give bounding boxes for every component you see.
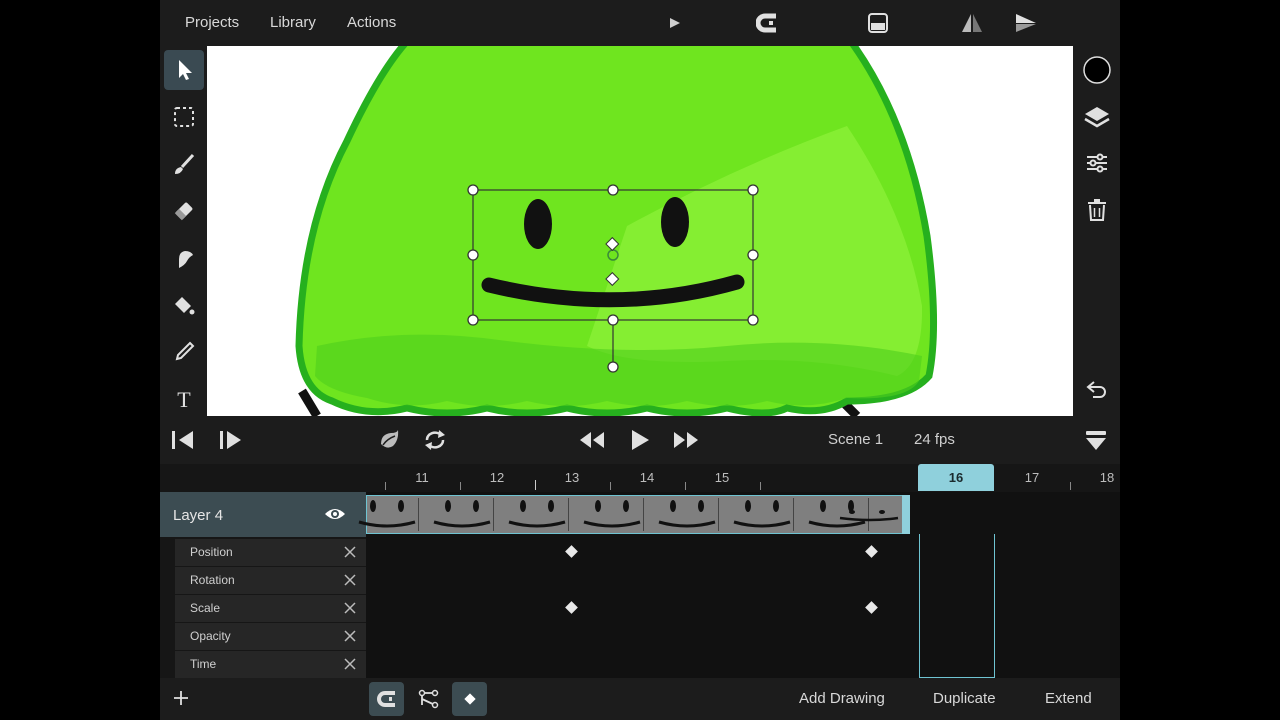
property-label: Rotation: [190, 573, 235, 587]
frame-number: 14: [639, 470, 655, 485]
menu-projects[interactable]: Projects: [185, 14, 239, 31]
layer-name: Layer 4: [173, 507, 224, 524]
trash-icon[interactable]: [1077, 190, 1117, 230]
close-icon[interactable]: [342, 544, 358, 560]
previous-frame-icon[interactable]: [170, 428, 196, 452]
close-icon[interactable]: [342, 600, 358, 616]
current-frame-marker[interactable]: 16: [918, 464, 994, 491]
menu-library[interactable]: Library: [270, 14, 316, 31]
property-label: Scale: [190, 601, 221, 615]
collapse-timeline-icon[interactable]: [1083, 428, 1109, 452]
loop-icon[interactable]: [422, 428, 448, 452]
frame-number: 17: [1024, 470, 1040, 485]
property-row-position[interactable]: Position: [175, 539, 366, 566]
top-bar: Projects Library Actions: [160, 0, 1120, 46]
play-button-icon[interactable]: [627, 428, 653, 452]
close-icon[interactable]: [342, 572, 358, 588]
frame-strip[interactable]: [358, 495, 908, 534]
eye-icon[interactable]: [324, 505, 346, 523]
add-layer-icon[interactable]: [172, 689, 190, 707]
frame-thumbnail[interactable]: [495, 498, 569, 531]
right-panel: [1073, 46, 1120, 416]
flip-vertical-icon[interactable]: [1014, 11, 1038, 35]
ruler-tick: [610, 482, 611, 490]
extend-handle[interactable]: [902, 495, 910, 534]
playhead: [919, 534, 995, 678]
property-label: Position: [190, 545, 233, 559]
fast-forward-icon[interactable]: [673, 428, 699, 452]
duplicate-button[interactable]: Duplicate: [933, 690, 996, 707]
svg-text:T: T: [177, 388, 191, 410]
frame-thumbnail[interactable]: [345, 498, 419, 531]
layer-row[interactable]: Layer 4: [160, 492, 366, 537]
add-drawing-button[interactable]: Add Drawing: [799, 690, 885, 707]
frame-number: 12: [489, 470, 505, 485]
frame-number: 18: [1099, 470, 1115, 485]
property-label: Opacity: [190, 629, 231, 643]
frame-thumbnail[interactable]: [420, 498, 494, 531]
smudge-tool-icon[interactable]: [164, 238, 204, 278]
keyframe-mode-icon[interactable]: [452, 682, 487, 716]
ruler-tick: [385, 482, 386, 490]
text-tool-icon[interactable]: T: [164, 379, 204, 419]
brush-tool-icon[interactable]: [164, 144, 204, 184]
character-artwork: [295, 46, 938, 416]
close-icon[interactable]: [342, 628, 358, 644]
rewind-icon[interactable]: [579, 428, 605, 452]
frame-number: 11: [415, 470, 429, 485]
next-frame-icon[interactable]: [218, 428, 244, 452]
keyframe-diamond[interactable]: [865, 545, 878, 558]
ruler-tick: [760, 482, 761, 490]
drawing-canvas[interactable]: [207, 46, 1073, 416]
undo-icon[interactable]: [1077, 370, 1117, 410]
property-row-opacity[interactable]: Opacity: [175, 623, 366, 650]
animation-app: Projects Library Actions T Scene 1 24 fp…: [160, 0, 1120, 720]
tool-panel: T: [160, 46, 207, 416]
frame-ruler[interactable]: 11 12 13 14 15 16 17 18 19 20: [365, 464, 1120, 491]
eraser-tool-icon[interactable]: [164, 191, 204, 231]
frame-thumbnail[interactable]: [836, 498, 902, 531]
magnet-icon[interactable]: [755, 11, 779, 35]
property-row-scale[interactable]: Scale: [175, 595, 366, 622]
select-tool-icon[interactable]: [164, 50, 204, 90]
flip-horizontal-icon[interactable]: [960, 11, 984, 35]
layers-icon[interactable]: [1077, 97, 1117, 137]
onion-skin-toggle-icon[interactable]: [376, 428, 402, 452]
frame-thumbnail[interactable]: [645, 498, 719, 531]
property-label: Time: [190, 657, 217, 671]
frame-number: 15: [714, 470, 730, 485]
play-icon[interactable]: [663, 11, 687, 35]
timeline-track[interactable]: [358, 492, 1120, 678]
motion-path-icon[interactable]: [411, 682, 446, 716]
lasso-select-icon[interactable]: [164, 97, 204, 137]
keyframe-diamond[interactable]: [565, 601, 578, 614]
eyedropper-icon[interactable]: [164, 332, 204, 372]
magnet-snap-icon[interactable]: [369, 682, 404, 716]
fill-bucket-icon[interactable]: [164, 285, 204, 325]
fps-label[interactable]: 24 fps: [914, 431, 955, 448]
property-row-time[interactable]: Time: [175, 651, 366, 678]
close-icon[interactable]: [342, 656, 358, 672]
frame-thumbnail[interactable]: [720, 498, 794, 531]
bottom-bar: Add Drawing Duplicate Extend: [160, 678, 1120, 720]
ruler-tick: [1070, 482, 1071, 490]
playback-bar: Scene 1 24 fps: [160, 416, 1120, 464]
onion-skin-icon[interactable]: [866, 11, 890, 35]
property-row-rotation[interactable]: Rotation: [175, 567, 366, 594]
keyframe-diamond[interactable]: [565, 545, 578, 558]
ruler-tick: [535, 480, 536, 490]
scene-label[interactable]: Scene 1: [828, 431, 883, 448]
ruler-tick: [685, 482, 686, 490]
menu-actions[interactable]: Actions: [347, 14, 396, 31]
frame-thumbnail[interactable]: [570, 498, 644, 531]
adjustments-icon[interactable]: [1077, 143, 1117, 183]
color-swatch[interactable]: [1077, 50, 1117, 90]
frame-number: 13: [564, 470, 580, 485]
keyframe-diamond[interactable]: [865, 601, 878, 614]
ruler-tick: [460, 482, 461, 490]
extend-button[interactable]: Extend: [1045, 690, 1092, 707]
